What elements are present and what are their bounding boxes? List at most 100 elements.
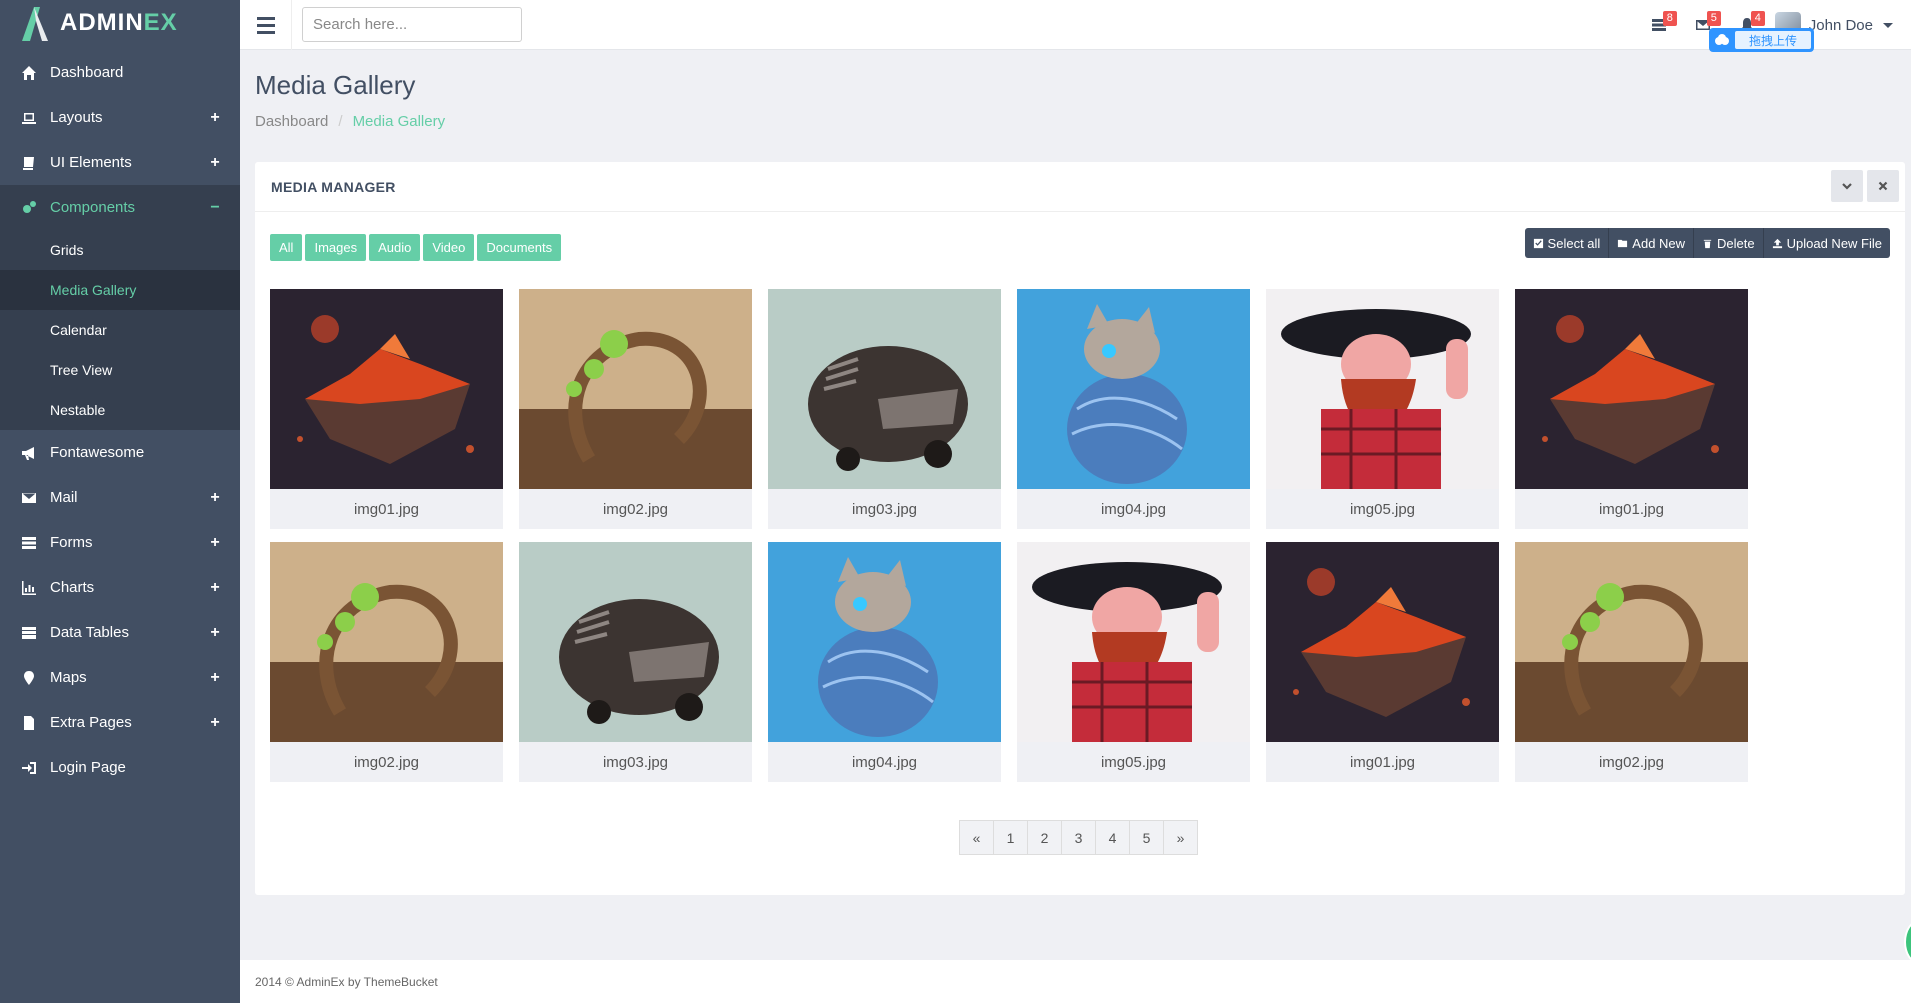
sidebar-item-fontawesome[interactable]: Fontawesome — [0, 430, 240, 475]
filter-images-button[interactable]: Images — [305, 234, 367, 261]
tasks-button[interactable]: 8 — [1637, 0, 1681, 50]
expand-icon: + — [210, 108, 220, 126]
floating-action-button[interactable] — [1904, 920, 1911, 964]
media-card[interactable]: img02.jpg — [270, 542, 503, 782]
media-filename: img04.jpg — [851, 753, 918, 771]
sidebar-item-label: Components — [50, 199, 136, 216]
close-panel-button[interactable] — [1867, 170, 1899, 202]
subnav-item-media-gallery[interactable]: Media Gallery — [0, 270, 240, 310]
media-card[interactable]: img01.jpg — [270, 289, 503, 529]
media-card[interactable]: img02.jpg — [519, 289, 752, 529]
media-grid: img01.jpg img02.jpg img03.jpg img04.jpg img0… — [270, 289, 1748, 782]
media-card[interactable]: img03.jpg — [768, 289, 1001, 529]
filter-all-button[interactable]: All — [270, 234, 303, 261]
subnav-item-calendar[interactable]: Calendar — [0, 310, 240, 350]
pagination-page-3[interactable]: 3 — [1061, 820, 1096, 855]
media-filename: img03.jpg — [851, 500, 918, 518]
sidebar-item-dashboard[interactable]: Dashboard — [0, 50, 240, 95]
media-card[interactable]: img02.jpg — [1515, 542, 1748, 782]
sidebar-item-label: Extra Pages — [50, 714, 132, 731]
media-thumbnail-image — [768, 289, 1001, 489]
footer: 2014 © AdminEx by ThemeBucket — [240, 960, 1911, 1003]
sidebar-item-maps[interactable]: Maps + — [0, 655, 240, 700]
sidebar-item-layouts[interactable]: Layouts + — [0, 95, 240, 140]
sidebar-item-components[interactable]: Components − — [0, 185, 240, 230]
sidebar-item-label: UI Elements — [50, 154, 132, 171]
expand-icon: + — [210, 153, 220, 171]
delete-button[interactable]: Delete — [1694, 228, 1764, 258]
upload-new-file-button[interactable]: Upload New File — [1764, 228, 1890, 258]
drag-upload-widget[interactable]: 拖拽上传 — [1709, 28, 1814, 52]
sidebar-item-label: Layouts — [50, 109, 103, 126]
sidebar-item-extra-pages[interactable]: Extra Pages + — [0, 700, 240, 745]
pagination-next[interactable]: » — [1163, 820, 1198, 855]
expand-icon: + — [210, 623, 220, 641]
sidebar-item-login-page[interactable]: Login Page — [0, 745, 240, 790]
media-filename: img02.jpg — [602, 500, 669, 518]
pagination-page-1[interactable]: 1 — [993, 820, 1028, 855]
sign-in-icon — [20, 760, 38, 776]
media-card[interactable]: img01.jpg — [1515, 289, 1748, 529]
sidebar-item-data-tables[interactable]: Data Tables + — [0, 610, 240, 655]
check-square-icon — [1533, 238, 1543, 248]
sidebar-item-mail[interactable]: Mail + — [0, 475, 240, 520]
media-filters: All Images Audio Video Documents — [270, 234, 562, 261]
sidebar: ADMINEX Dashboard Layouts + UI Elements … — [0, 0, 240, 1003]
media-card[interactable]: img01.jpg — [1266, 542, 1499, 782]
breadcrumb-link-dashboard[interactable]: Dashboard — [255, 113, 328, 130]
pagination-page-5[interactable]: 5 — [1129, 820, 1164, 855]
select-all-label: Select all — [1547, 235, 1601, 251]
media-card[interactable]: img04.jpg — [768, 542, 1001, 782]
pagination-page-2[interactable]: 2 — [1027, 820, 1062, 855]
media-actions: Select all Add New Delete Upload New Fil… — [1524, 228, 1890, 258]
sidebar-toggle-button[interactable] — [240, 0, 292, 50]
page-title: Media Gallery — [255, 70, 416, 100]
brand-logo[interactable]: ADMINEX — [0, 0, 240, 46]
delete-label: Delete — [1717, 235, 1755, 251]
subnav-item-nestable[interactable]: Nestable — [0, 390, 240, 430]
subnav-item-grids[interactable]: Grids — [0, 230, 240, 270]
sidebar-item-label: Forms — [50, 534, 93, 551]
tasks-icon — [20, 535, 38, 551]
media-thumbnail-image — [768, 542, 1001, 742]
filter-video-button[interactable]: Video — [423, 234, 475, 261]
media-card[interactable]: img04.jpg — [1017, 289, 1250, 529]
media-card[interactable]: img03.jpg — [519, 542, 752, 782]
add-new-button[interactable]: Add New — [1609, 228, 1695, 258]
filter-audio-button[interactable]: Audio — [369, 234, 421, 261]
pagination-prev[interactable]: « — [959, 820, 994, 855]
sidebar-item-charts[interactable]: Charts + — [0, 565, 240, 610]
expand-icon: + — [210, 668, 220, 686]
bullhorn-icon — [20, 445, 38, 461]
book-icon — [20, 155, 38, 171]
subnav-item-tree-view[interactable]: Tree View — [0, 350, 240, 390]
panel-tools — [1831, 170, 1899, 202]
upload-icon — [1772, 238, 1782, 248]
search-input[interactable] — [302, 7, 522, 42]
media-filename: img01.jpg — [353, 500, 420, 518]
footer-text: 2014 © AdminEx by ThemeBucket — [255, 974, 438, 989]
media-thumbnail-image — [270, 542, 503, 742]
pagination-page-4[interactable]: 4 — [1095, 820, 1130, 855]
media-filename: img02.jpg — [1598, 753, 1665, 771]
brand-name: ADMINEX — [60, 9, 178, 36]
upload-new-file-label: Upload New File — [1786, 235, 1882, 251]
mail-badge: 5 — [1706, 11, 1721, 26]
media-thumbnail-image — [519, 542, 752, 742]
select-all-button[interactable]: Select all — [1525, 228, 1610, 258]
notifications-badge: 4 — [1750, 11, 1765, 26]
sidebar-item-forms[interactable]: Forms + — [0, 520, 240, 565]
media-card[interactable]: img05.jpg — [1017, 542, 1250, 782]
sidebar-item-ui-elements[interactable]: UI Elements + — [0, 140, 240, 185]
media-manager-panel: MEDIA MANAGER All Images Audio Video Doc… — [255, 162, 1905, 895]
sidebar-item-label: Login Page — [50, 759, 126, 776]
media-card[interactable]: img05.jpg — [1266, 289, 1499, 529]
filter-documents-button[interactable]: Documents — [477, 234, 562, 261]
media-filename: img01.jpg — [1598, 500, 1665, 518]
user-name: John Doe — [1808, 16, 1873, 34]
home-icon — [20, 65, 38, 81]
trash-icon — [1703, 239, 1712, 248]
map-marker-icon — [20, 670, 38, 686]
collapse-panel-button[interactable] — [1831, 170, 1863, 202]
add-new-label: Add New — [1632, 235, 1686, 251]
